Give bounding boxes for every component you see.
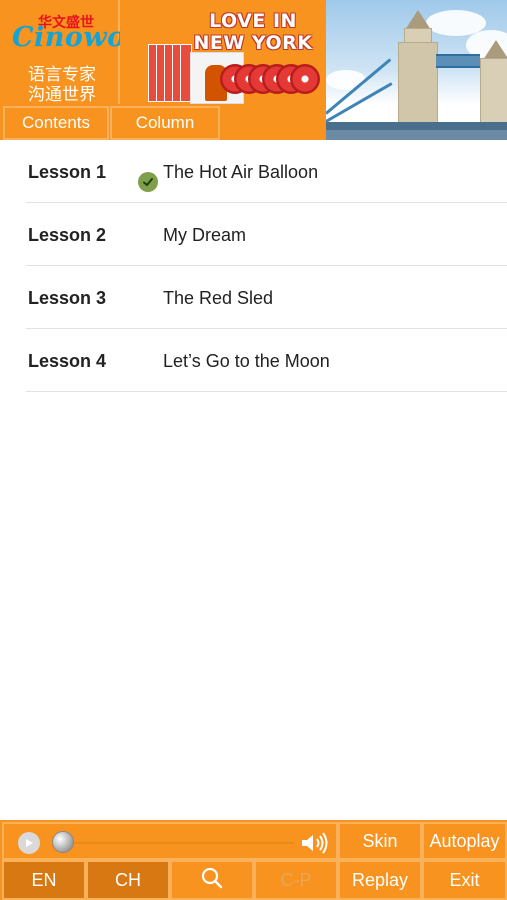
speaker-icon[interactable] bbox=[300, 832, 330, 854]
cd-discs-image bbox=[220, 64, 330, 98]
lesson-title: The Hot Air Balloon bbox=[163, 162, 319, 182]
banner-title-line1: LOVE IN bbox=[209, 10, 297, 32]
replay-button[interactable]: Replay bbox=[338, 860, 422, 900]
logo-wordmark: Cinowo bbox=[12, 22, 126, 53]
lesson-number: Lesson 4 bbox=[28, 351, 107, 371]
lesson-title: My Dream bbox=[163, 225, 247, 245]
lesson-title: Let’s Go to the Moon bbox=[163, 351, 330, 371]
audio-player bbox=[2, 822, 338, 860]
course-banner: LOVE IN NEW YORK bbox=[120, 0, 326, 104]
autoplay-button[interactable]: Autoplay bbox=[422, 822, 507, 860]
lesson-row-1[interactable]: Lesson 1 The Hot Air Balloon bbox=[26, 140, 507, 203]
tab-column[interactable]: Column bbox=[110, 106, 220, 140]
lesson-number: Lesson 2 bbox=[28, 225, 107, 245]
play-icon[interactable] bbox=[18, 832, 40, 854]
search-icon bbox=[200, 866, 224, 895]
progress-knob[interactable] bbox=[52, 831, 74, 853]
lesson-row-3[interactable]: Lesson 3 The Red Sled bbox=[26, 266, 507, 329]
search-button[interactable] bbox=[170, 860, 254, 900]
lesson-list: Lesson 1 The Hot Air Balloon Lesson 2 My… bbox=[26, 140, 507, 392]
ch-button[interactable]: CH bbox=[86, 860, 170, 900]
skin-button[interactable]: Skin bbox=[338, 822, 422, 860]
en-button[interactable]: EN bbox=[2, 860, 86, 900]
tower-bridge-photo bbox=[326, 0, 507, 140]
lesson-row-2[interactable]: Lesson 2 My Dream bbox=[26, 203, 507, 266]
lesson-number: Lesson 1 bbox=[28, 162, 107, 182]
exit-button[interactable]: Exit bbox=[422, 860, 507, 900]
lesson-row-4[interactable]: Lesson 4 Let’s Go to the Moon bbox=[26, 329, 507, 392]
lesson-number: Lesson 3 bbox=[28, 288, 107, 308]
checkmark-icon bbox=[138, 172, 158, 192]
cp-button[interactable]: C-P bbox=[254, 860, 338, 900]
bottom-toolbar: Skin Autoplay EN CH C-P Replay Exit bbox=[0, 820, 507, 900]
tab-contents[interactable]: Contents bbox=[3, 106, 109, 140]
brand-logo: 华文盛世 Cinowo 语言专家 沟通世界 bbox=[0, 0, 125, 105]
logo-slogan-line2: 沟通世界 bbox=[28, 85, 96, 105]
header: 华文盛世 Cinowo 语言专家 沟通世界 LOVE IN NEW YORK C… bbox=[0, 0, 507, 140]
progress-track[interactable] bbox=[56, 842, 294, 844]
lesson-title: The Red Sled bbox=[163, 288, 274, 308]
